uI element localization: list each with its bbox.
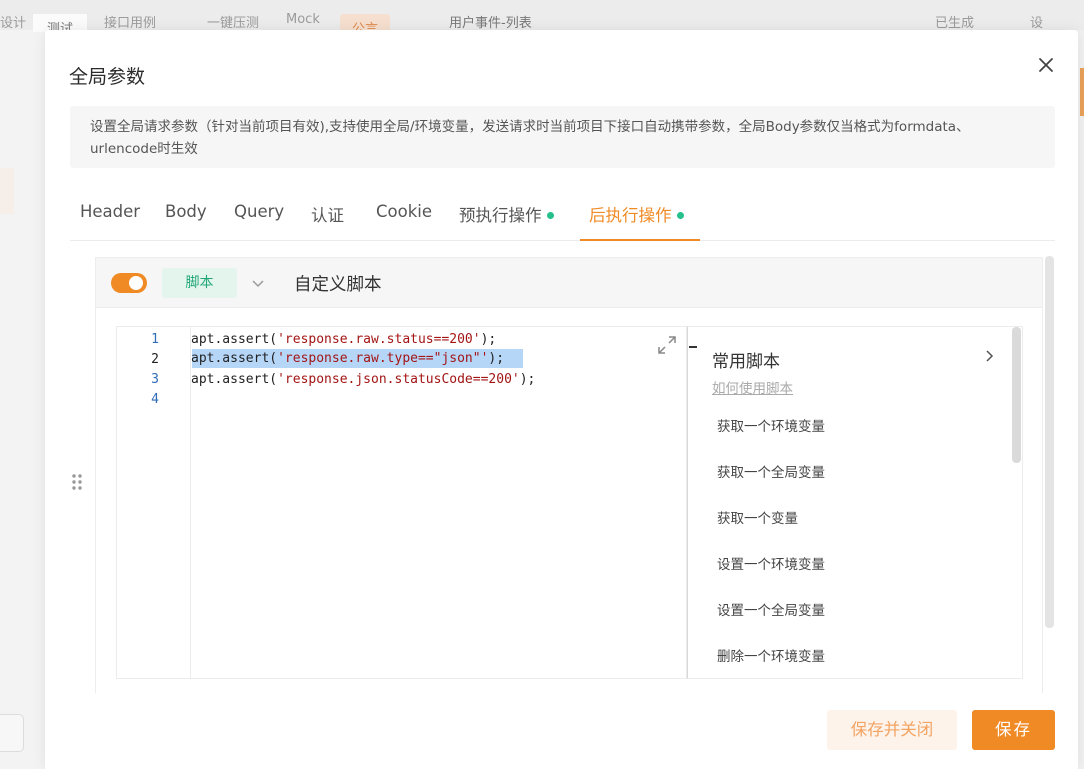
tab-label: 认证 bbox=[311, 206, 344, 225]
line-number: 4 bbox=[151, 392, 159, 407]
background-right-accent bbox=[1080, 68, 1084, 116]
tab-cookie[interactable]: Cookie bbox=[376, 202, 432, 221]
script-panel-header: 脚本 自定义脚本 bbox=[96, 258, 1042, 308]
snippet-get-var[interactable]: 获取一个变量 bbox=[717, 507, 798, 527]
drag-handle-icon[interactable] bbox=[70, 472, 84, 492]
line-number-gutter: 1 2 3 4 bbox=[117, 327, 191, 678]
status-dot bbox=[546, 212, 554, 219]
code-line[interactable]: apt.assert('response.json.statusCode==20… bbox=[191, 372, 535, 387]
code-line[interactable]: apt.assert('response.raw.type=="json"'); bbox=[191, 351, 504, 366]
save-and-close-button[interactable]: 保存并关闭 bbox=[827, 710, 957, 750]
code-editor[interactable]: 1 2 3 4 apt.assert('response.raw.status=… bbox=[116, 326, 687, 679]
panel-resize-handle[interactable] bbox=[689, 346, 697, 348]
tab-body[interactable]: Body bbox=[165, 202, 207, 221]
status-dot bbox=[676, 212, 684, 219]
bg-tab-mock: Mock bbox=[286, 12, 320, 27]
save-button[interactable]: 保存 bbox=[972, 710, 1055, 750]
tab-label: Query bbox=[234, 202, 285, 221]
background-left-box bbox=[0, 714, 24, 752]
tab-pre-request[interactable]: 预执行操作 bbox=[459, 202, 554, 226]
tab-label: 预执行操作 bbox=[459, 206, 542, 225]
tab-label: Header bbox=[80, 202, 141, 221]
bg-tab-design: 设计 bbox=[0, 16, 27, 31]
background-left-accent bbox=[0, 168, 14, 214]
close-button[interactable] bbox=[1033, 52, 1059, 78]
line-number: 3 bbox=[151, 372, 159, 387]
snippet-get-global-var[interactable]: 获取一个全局变量 bbox=[717, 461, 825, 481]
bg-tab-user-events: 用户事件-列表 bbox=[449, 16, 532, 31]
chevron-right-icon[interactable] bbox=[982, 349, 996, 363]
toggle-knob bbox=[129, 276, 143, 290]
panel-scrollbar[interactable] bbox=[1045, 256, 1054, 628]
expand-icon[interactable] bbox=[656, 334, 678, 356]
tab-auth[interactable]: 认证 bbox=[311, 202, 344, 226]
bg-tab-stress: 一键压测 bbox=[207, 16, 260, 31]
tab-query[interactable]: Query bbox=[234, 202, 284, 221]
tab-label: Cookie bbox=[376, 202, 433, 221]
tab-label: 后执行操作 bbox=[589, 206, 672, 225]
line-number: 2 bbox=[151, 352, 159, 367]
close-icon bbox=[1039, 58, 1053, 72]
bg-tab-case: 接口用例 bbox=[104, 16, 157, 31]
script-type-tag[interactable]: 脚本 bbox=[162, 268, 237, 298]
param-tabs: Header Body Query 认证 Cookie 预执行操作 后执行操作 bbox=[70, 190, 1055, 241]
background-topbar: 设计 测试 接口用例 一键压测 Mock 公言 用户事件-列表 已生成 设 bbox=[0, 0, 1084, 37]
tab-label: Body bbox=[165, 202, 207, 221]
notice-box: 设置全局请求参数（针对当前项目有效),支持使用全局/环境变量，发送请求时当前项目… bbox=[70, 106, 1055, 168]
snippet-set-env-var[interactable]: 设置一个环境变量 bbox=[717, 553, 825, 573]
bg-tab-settings: 设 bbox=[1030, 16, 1044, 31]
common-scripts-title: 常用脚本 bbox=[712, 352, 780, 372]
snippet-get-env-var[interactable]: 获取一个环境变量 bbox=[717, 415, 825, 435]
script-enable-toggle[interactable] bbox=[111, 273, 147, 293]
how-to-use-scripts-link[interactable]: 如何使用脚本 bbox=[712, 377, 793, 397]
chevron-down-icon[interactable] bbox=[251, 276, 265, 290]
background-right-edge bbox=[1078, 30, 1084, 769]
snippet-set-global-var[interactable]: 设置一个全局变量 bbox=[717, 599, 825, 619]
active-tab-indicator bbox=[580, 239, 700, 241]
bg-tab-generated: 已生成 bbox=[935, 16, 975, 31]
common-scripts-panel: 常用脚本 如何使用脚本 获取一个环境变量 获取一个全局变量 获取一个变量 设置一… bbox=[687, 326, 1023, 679]
line-number: 1 bbox=[151, 332, 159, 347]
snippets-scrollbar[interactable] bbox=[1012, 327, 1021, 463]
code-line[interactable]: apt.assert('response.raw.status==200'); bbox=[191, 332, 496, 347]
modal-title: 全局参数 bbox=[69, 66, 146, 88]
snippet-delete-env-var[interactable]: 删除一个环境变量 bbox=[717, 645, 825, 665]
tab-post-request[interactable]: 后执行操作 bbox=[589, 202, 684, 226]
script-title: 自定义脚本 bbox=[294, 275, 382, 295]
tab-header[interactable]: Header bbox=[80, 202, 140, 221]
